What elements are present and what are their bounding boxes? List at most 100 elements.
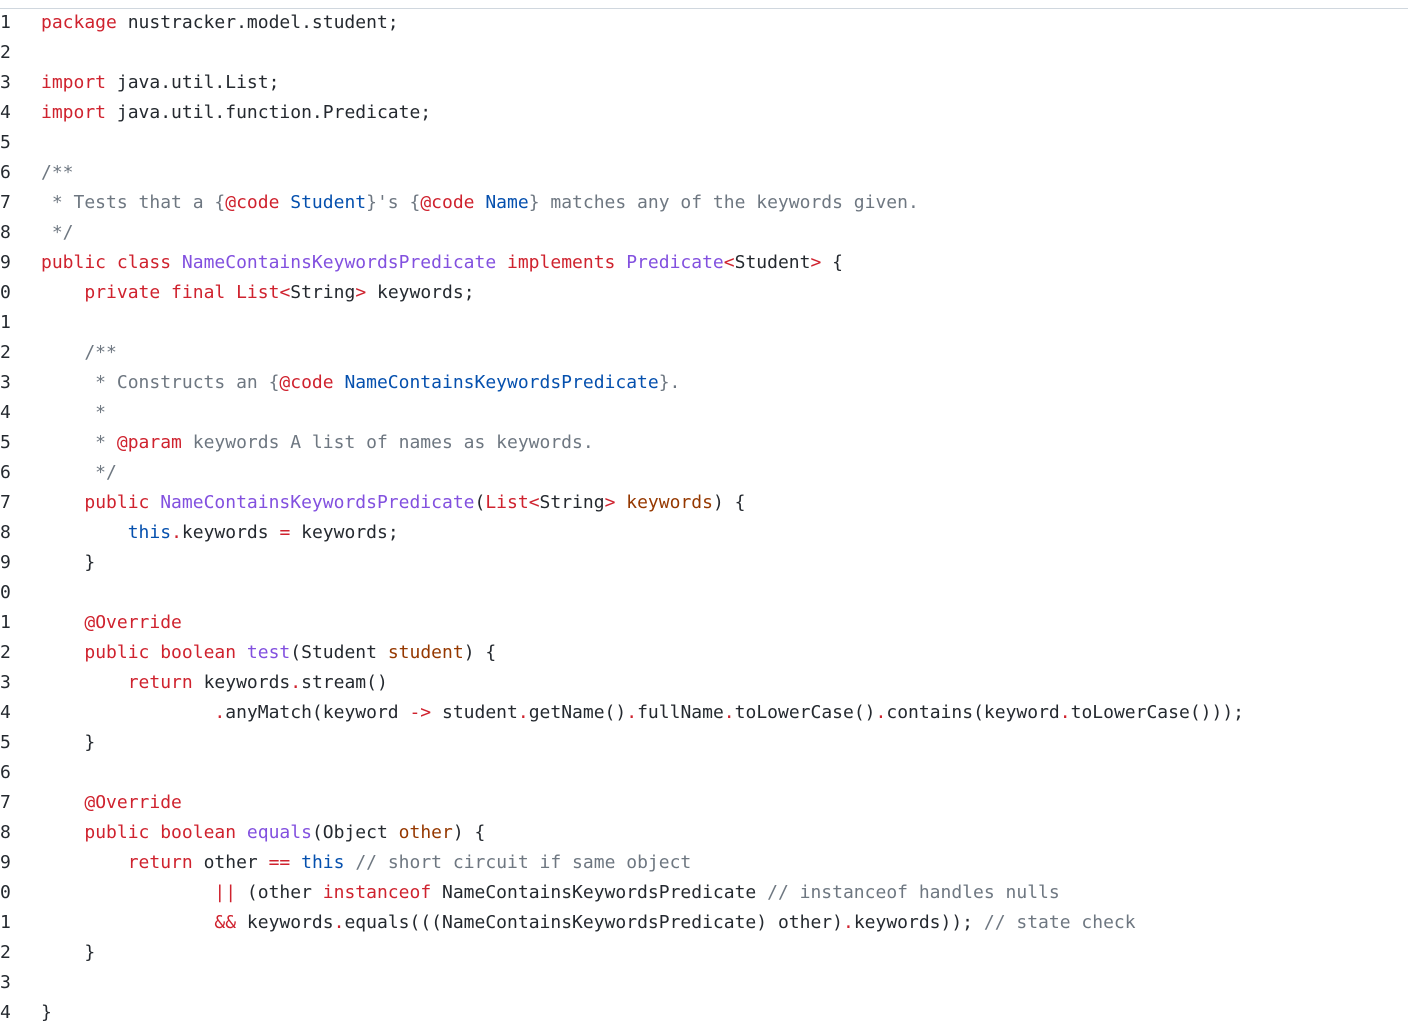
code-line: 0 || (other instanceof NameContainsKeywo… bbox=[0, 878, 1408, 908]
code-token: this bbox=[301, 852, 345, 873]
code-token: @code bbox=[420, 192, 475, 213]
code-line: 5 bbox=[0, 128, 1408, 158]
code-line: 8 this.keywords = keywords; bbox=[0, 518, 1408, 548]
code-token: NameContainsKeywordsPredicate bbox=[431, 882, 768, 903]
code-token: fullName bbox=[637, 702, 724, 723]
line-content: public NameContainsKeywordsPredicate(Lis… bbox=[41, 488, 745, 518]
code-token: keywords bbox=[236, 912, 334, 933]
line-content: return keywords.stream() bbox=[41, 668, 388, 698]
code-token: (other bbox=[236, 882, 323, 903]
code-token: * bbox=[41, 402, 107, 423]
code-token: toLowerCase() bbox=[734, 702, 876, 723]
code-token: ) { bbox=[463, 642, 497, 663]
line-number: 8 bbox=[0, 822, 11, 843]
code-token: @Override bbox=[84, 792, 182, 813]
line-content: } bbox=[41, 938, 95, 968]
line-number: 4 bbox=[0, 102, 11, 123]
code-token: . bbox=[517, 702, 529, 723]
code-token: return bbox=[127, 672, 193, 693]
code-token: java.util.function.Predicate; bbox=[106, 102, 432, 123]
code-token: Predicate bbox=[626, 252, 724, 273]
code-token: import bbox=[41, 102, 107, 123]
line-number: 3 bbox=[0, 672, 11, 693]
code-token: (Object bbox=[311, 822, 399, 843]
code-token: keywords; bbox=[290, 522, 399, 543]
code-token: } bbox=[41, 732, 96, 753]
code-token: . bbox=[842, 912, 854, 933]
line-content: * @param keywords A list of names as key… bbox=[41, 428, 594, 458]
code-token: * Tests that a { bbox=[41, 192, 226, 213]
code-line: 9 return other == this // short circuit … bbox=[0, 848, 1408, 878]
code-token: keywords A list of names as keywords. bbox=[181, 432, 594, 453]
code-line: 1 package nustracker.model.student; bbox=[0, 8, 1408, 38]
code-token: other bbox=[192, 852, 269, 873]
code-token: Student bbox=[734, 252, 811, 273]
code-token: implements bbox=[496, 252, 627, 273]
code-line: 1 && keywords.equals(((NameContainsKeywo… bbox=[0, 908, 1408, 938]
line-number: 1 bbox=[0, 12, 11, 33]
code-token: . bbox=[626, 702, 638, 723]
code-line: 4 import java.util.function.Predicate; bbox=[0, 98, 1408, 128]
line-number: 5 bbox=[0, 132, 11, 153]
code-view[interactable]: 1 package nustracker.model.student; 2 3 impo… bbox=[0, 8, 1408, 1028]
line-content: import java.util.function.Predicate; bbox=[41, 98, 431, 128]
line-content: } bbox=[41, 548, 95, 578]
line-content: @Override bbox=[41, 788, 182, 818]
code-token: java.util.List; bbox=[106, 72, 280, 93]
code-line: 3 bbox=[0, 968, 1408, 998]
line-number: 8 bbox=[0, 222, 11, 243]
code-token: * Constructs an { bbox=[41, 372, 280, 393]
line-content: @Override bbox=[41, 608, 182, 638]
code-token: public bbox=[84, 492, 161, 513]
code-line: 8 public boolean equals(Object other) { bbox=[0, 818, 1408, 848]
code-line: 8 */ bbox=[0, 218, 1408, 248]
code-line: 9 } bbox=[0, 548, 1408, 578]
line-content: private final List<String> keywords; bbox=[41, 278, 474, 308]
line-number: 5 bbox=[0, 432, 11, 453]
code-token: @param bbox=[116, 432, 182, 453]
code-token: NameContainsKeywordsPredicate bbox=[333, 372, 659, 393]
code-token: String bbox=[290, 282, 356, 303]
code-token: private final List bbox=[84, 282, 280, 303]
line-number: 4 bbox=[0, 402, 11, 423]
line-content: /** bbox=[41, 338, 117, 368]
code-line: 4 * bbox=[0, 398, 1408, 428]
code-line: 3 import java.util.List; bbox=[0, 68, 1408, 98]
code-token: }. bbox=[658, 372, 681, 393]
code-token: -> bbox=[409, 702, 432, 723]
code-line: 1 @Override bbox=[0, 608, 1408, 638]
line-number: 2 bbox=[0, 642, 11, 663]
code-line: 7 @Override bbox=[0, 788, 1408, 818]
code-token: NameContainsKeywordsPredicate bbox=[160, 492, 475, 513]
line-number: 3 bbox=[0, 372, 11, 393]
code-line: 7 public NameContainsKeywordsPredicate(L… bbox=[0, 488, 1408, 518]
code-token: keywords bbox=[181, 522, 280, 543]
code-token: Name bbox=[474, 192, 529, 213]
code-line: 5 * @param keywords A list of names as k… bbox=[0, 428, 1408, 458]
code-line: 2 } bbox=[0, 938, 1408, 968]
code-token: < bbox=[279, 282, 291, 303]
line-number: 9 bbox=[0, 852, 11, 873]
line-number: 6 bbox=[0, 762, 11, 783]
code-line: 2 bbox=[0, 38, 1408, 68]
code-token: student bbox=[431, 702, 518, 723]
code-token: }'s { bbox=[366, 192, 421, 213]
code-token: > bbox=[810, 252, 822, 273]
line-content: .anyMatch(keyword -> student.getName().f… bbox=[41, 698, 1244, 728]
code-token: ( bbox=[474, 492, 486, 513]
code-line: 0 bbox=[0, 578, 1408, 608]
line-content: public boolean equals(Object other) { bbox=[41, 818, 485, 848]
code-token: < bbox=[528, 492, 540, 513]
code-token: /** bbox=[41, 162, 74, 183]
code-token: /** bbox=[41, 342, 117, 363]
code-token: < bbox=[723, 252, 735, 273]
line-number: 7 bbox=[0, 492, 11, 513]
code-line: 0 private final List<String> keywords; bbox=[0, 278, 1408, 308]
code-line: 1 bbox=[0, 308, 1408, 338]
code-token: other bbox=[398, 822, 453, 843]
line-number: 2 bbox=[0, 42, 11, 63]
